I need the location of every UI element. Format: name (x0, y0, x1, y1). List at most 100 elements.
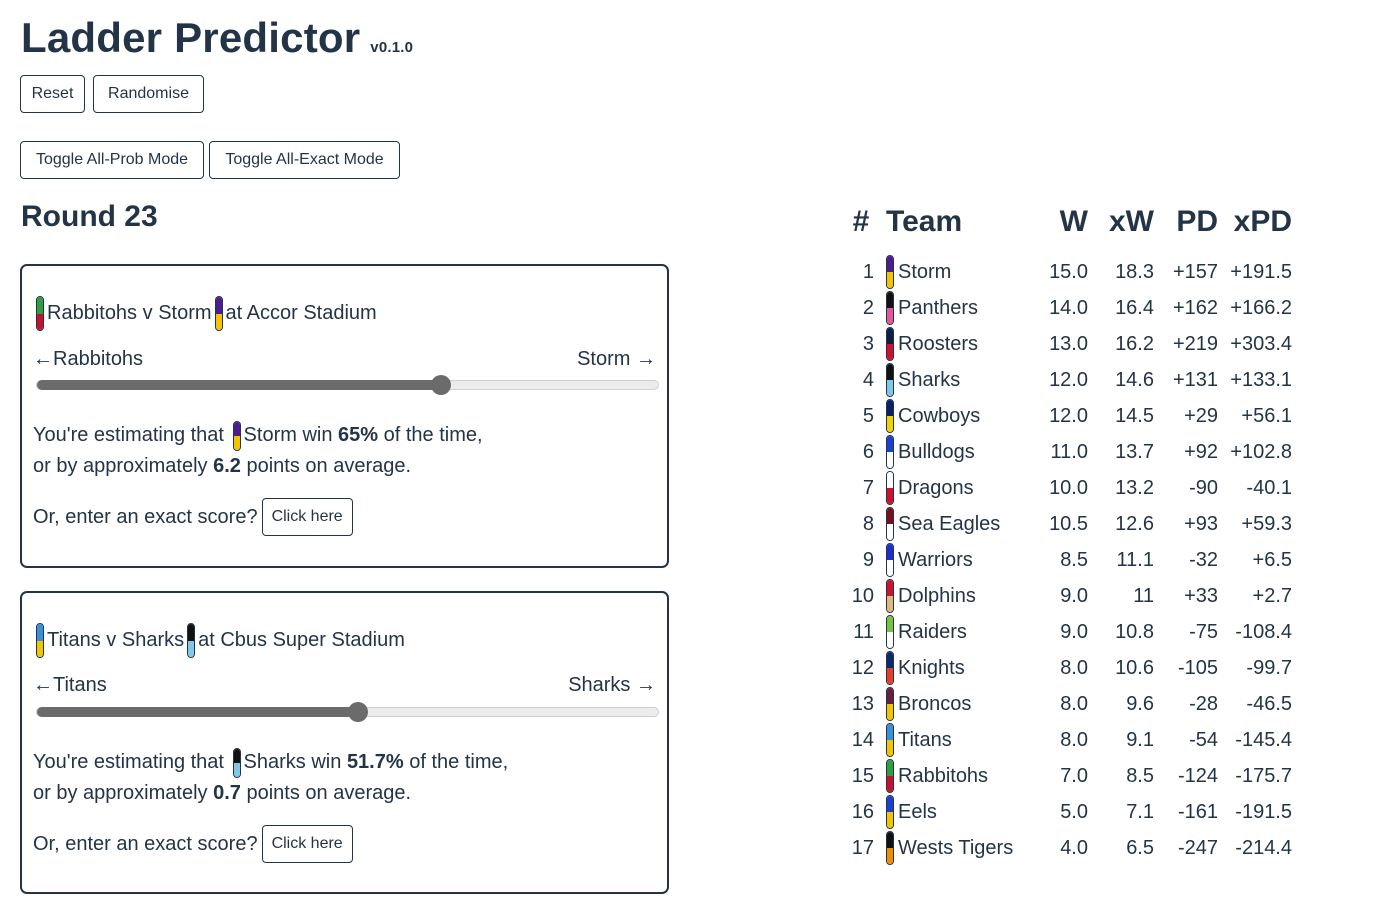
ladder-points-diff: +219 (1172, 332, 1218, 355)
ladder-expected-points-diff: -108.4 (1235, 620, 1292, 643)
sharks-jersey-icon (232, 747, 241, 778)
ladder-wins: 11.0 (1050, 440, 1088, 463)
slider-right-label: Storm → (577, 348, 656, 370)
venue-label: at Cbus Super Stadium (198, 629, 405, 651)
version-label: v0.1.0 (370, 39, 414, 56)
ladder-expected-wins: 11 (1133, 584, 1154, 607)
round-title: Round 23 (21, 200, 158, 233)
match-header: Titans v Sharks at Cbus Super Stadium (33, 623, 405, 658)
slider-fill (37, 707, 359, 717)
ladder-expected-wins: 14.5 (1115, 404, 1154, 427)
team-jersey-icon (886, 795, 894, 829)
exact-score-row: Or, enter an exact score? Click here (33, 825, 353, 863)
ladder-points-diff: -124 (1177, 764, 1218, 787)
margin-value: 0.7 (213, 781, 241, 804)
ladder-position: 16 (851, 800, 874, 823)
ladder-wins: 8.0 (1060, 692, 1088, 715)
ladder-row: 15 Rabbitohs 7.0 8.5 -124 -175.7 (836, 758, 1292, 794)
win-probability-slider[interactable] (36, 375, 659, 395)
ladder-position: 12 (851, 656, 874, 679)
ladder-team-name: Broncos (898, 692, 972, 715)
ladder-team-name: Eels (898, 800, 937, 823)
toggle-all-prob-button[interactable]: Toggle All-Prob Mode (20, 141, 204, 179)
ladder-expected-points-diff: +133.1 (1230, 368, 1292, 391)
home-team-name: Titans (47, 629, 101, 651)
ladder-expected-wins: 14.6 (1115, 368, 1154, 391)
ladder-team-cell: Wests Tigers (886, 831, 1036, 865)
ladder-expected-wins: 10.8 (1115, 620, 1154, 643)
home-team-name: Rabbitohs (47, 302, 138, 324)
match-header: Rabbitohs v Storm at Accor Stadium (33, 296, 377, 331)
toggle-all-exact-button[interactable]: Toggle All-Exact Mode (209, 141, 400, 179)
ladder-expected-wins: 13.2 (1115, 476, 1154, 499)
match-card: Rabbitohs v Storm at Accor Stadium ←Rabb… (20, 264, 669, 568)
ladder-team-cell: Bulldogs (886, 435, 1036, 469)
ladder-team-cell: Knights (886, 651, 1036, 685)
team-jersey-icon (886, 579, 894, 613)
header-position: # (852, 205, 870, 238)
ladder-expected-wins: 8.5 (1126, 764, 1154, 787)
ladder-body: 1 Storm 15.0 18.3 +157 +191.5 2 Panthers 14.0 16.… (836, 244, 1292, 866)
ladder-team-cell: Dragons (886, 471, 1036, 505)
ladder-position: 2 (862, 296, 874, 319)
slider-thumb[interactable] (430, 375, 451, 395)
ladder-team-name: Rabbitohs (898, 764, 989, 787)
ladder-team-name: Bulldogs (898, 440, 975, 463)
ladder-wins: 12.0 (1049, 368, 1088, 391)
versus-label: v (106, 629, 117, 651)
ladder-expected-points-diff: -99.7 (1246, 656, 1292, 679)
ladder-team-name: Knights (898, 656, 965, 679)
ladder-row: 16 Eels 5.0 7.1 -161 -191.5 (836, 794, 1292, 830)
win-text: win (311, 751, 342, 773)
ladder-row: 5 Cowboys 12.0 14.5 +29 +56.1 (836, 398, 1292, 434)
ladder-team-name: Dragons (898, 476, 974, 499)
ladder-row: 8 Sea Eagles 10.5 12.6 +93 +59.3 (836, 506, 1292, 542)
ladder-table: # Team W xW PD xPD 1 Storm 15.0 18.3 +157 +19… (836, 200, 1292, 866)
team-jersey-icon (886, 615, 894, 649)
ladder-team-name: Dolphins (898, 584, 976, 607)
ladder-expected-points-diff: +56.1 (1241, 404, 1292, 427)
ladder-team-cell: Dolphins (886, 579, 1036, 613)
ladder-team-cell: Storm (886, 255, 1036, 289)
win-probability-slider[interactable] (36, 702, 659, 722)
team-jersey-icon (886, 831, 894, 865)
ladder-team-cell: Broncos (886, 687, 1036, 721)
ladder-expected-points-diff: +102.8 (1230, 440, 1292, 463)
match-card: Titans v Sharks at Cbus Super Stadium ←T… (20, 591, 669, 894)
ladder-row: 3 Roosters 13.0 16.2 +219 +303.4 (836, 326, 1292, 362)
ladder-points-diff: -75 (1189, 620, 1218, 643)
ladder-row: 13 Broncos 8.0 9.6 -28 -46.5 (836, 686, 1292, 722)
versus-label: v (142, 302, 153, 324)
win-text: win (302, 424, 333, 446)
ladder-wins: 12.0 (1049, 404, 1088, 427)
exact-score-button[interactable]: Click here (261, 498, 353, 536)
team-jersey-icon (886, 327, 894, 361)
ladder-position: 11 (853, 620, 874, 643)
ladder-team-name: Panthers (898, 296, 979, 319)
ladder-points-diff: +157 (1172, 260, 1218, 283)
ladder-wins: 9.0 (1060, 584, 1088, 607)
exact-score-button[interactable]: Click here (261, 825, 353, 863)
ladder-wins: 9.0 (1060, 620, 1088, 643)
reset-button[interactable]: Reset (20, 75, 85, 113)
team-jersey-icon (886, 471, 894, 505)
ladder-expected-wins: 13.7 (1115, 440, 1154, 463)
predicted-winner: Storm (243, 424, 297, 446)
ladder-expected-points-diff: +166.2 (1230, 296, 1292, 319)
ladder-team-name: Roosters (898, 332, 979, 355)
team-jersey-icon (886, 255, 894, 289)
team-jersey-icon (886, 759, 894, 793)
ladder-team-cell: Sharks (886, 363, 1036, 397)
ladder-team-name: Sea Eagles (898, 512, 1001, 535)
ladder-row: 11 Raiders 9.0 10.8 -75 -108.4 (836, 614, 1292, 650)
ladder-position: 9 (862, 548, 874, 571)
slider-left-label: ←Titans (33, 674, 107, 696)
randomise-button[interactable]: Randomise (93, 75, 204, 113)
ladder-team-name: Wests Tigers (898, 836, 1014, 859)
ladder-points-diff: -32 (1189, 548, 1218, 571)
slider-thumb[interactable] (348, 702, 369, 722)
ladder-expected-points-diff: -175.7 (1235, 764, 1292, 787)
header-wins: W (1059, 205, 1088, 238)
titans-jersey-icon (36, 623, 44, 658)
ladder-expected-wins: 9.6 (1126, 692, 1154, 715)
